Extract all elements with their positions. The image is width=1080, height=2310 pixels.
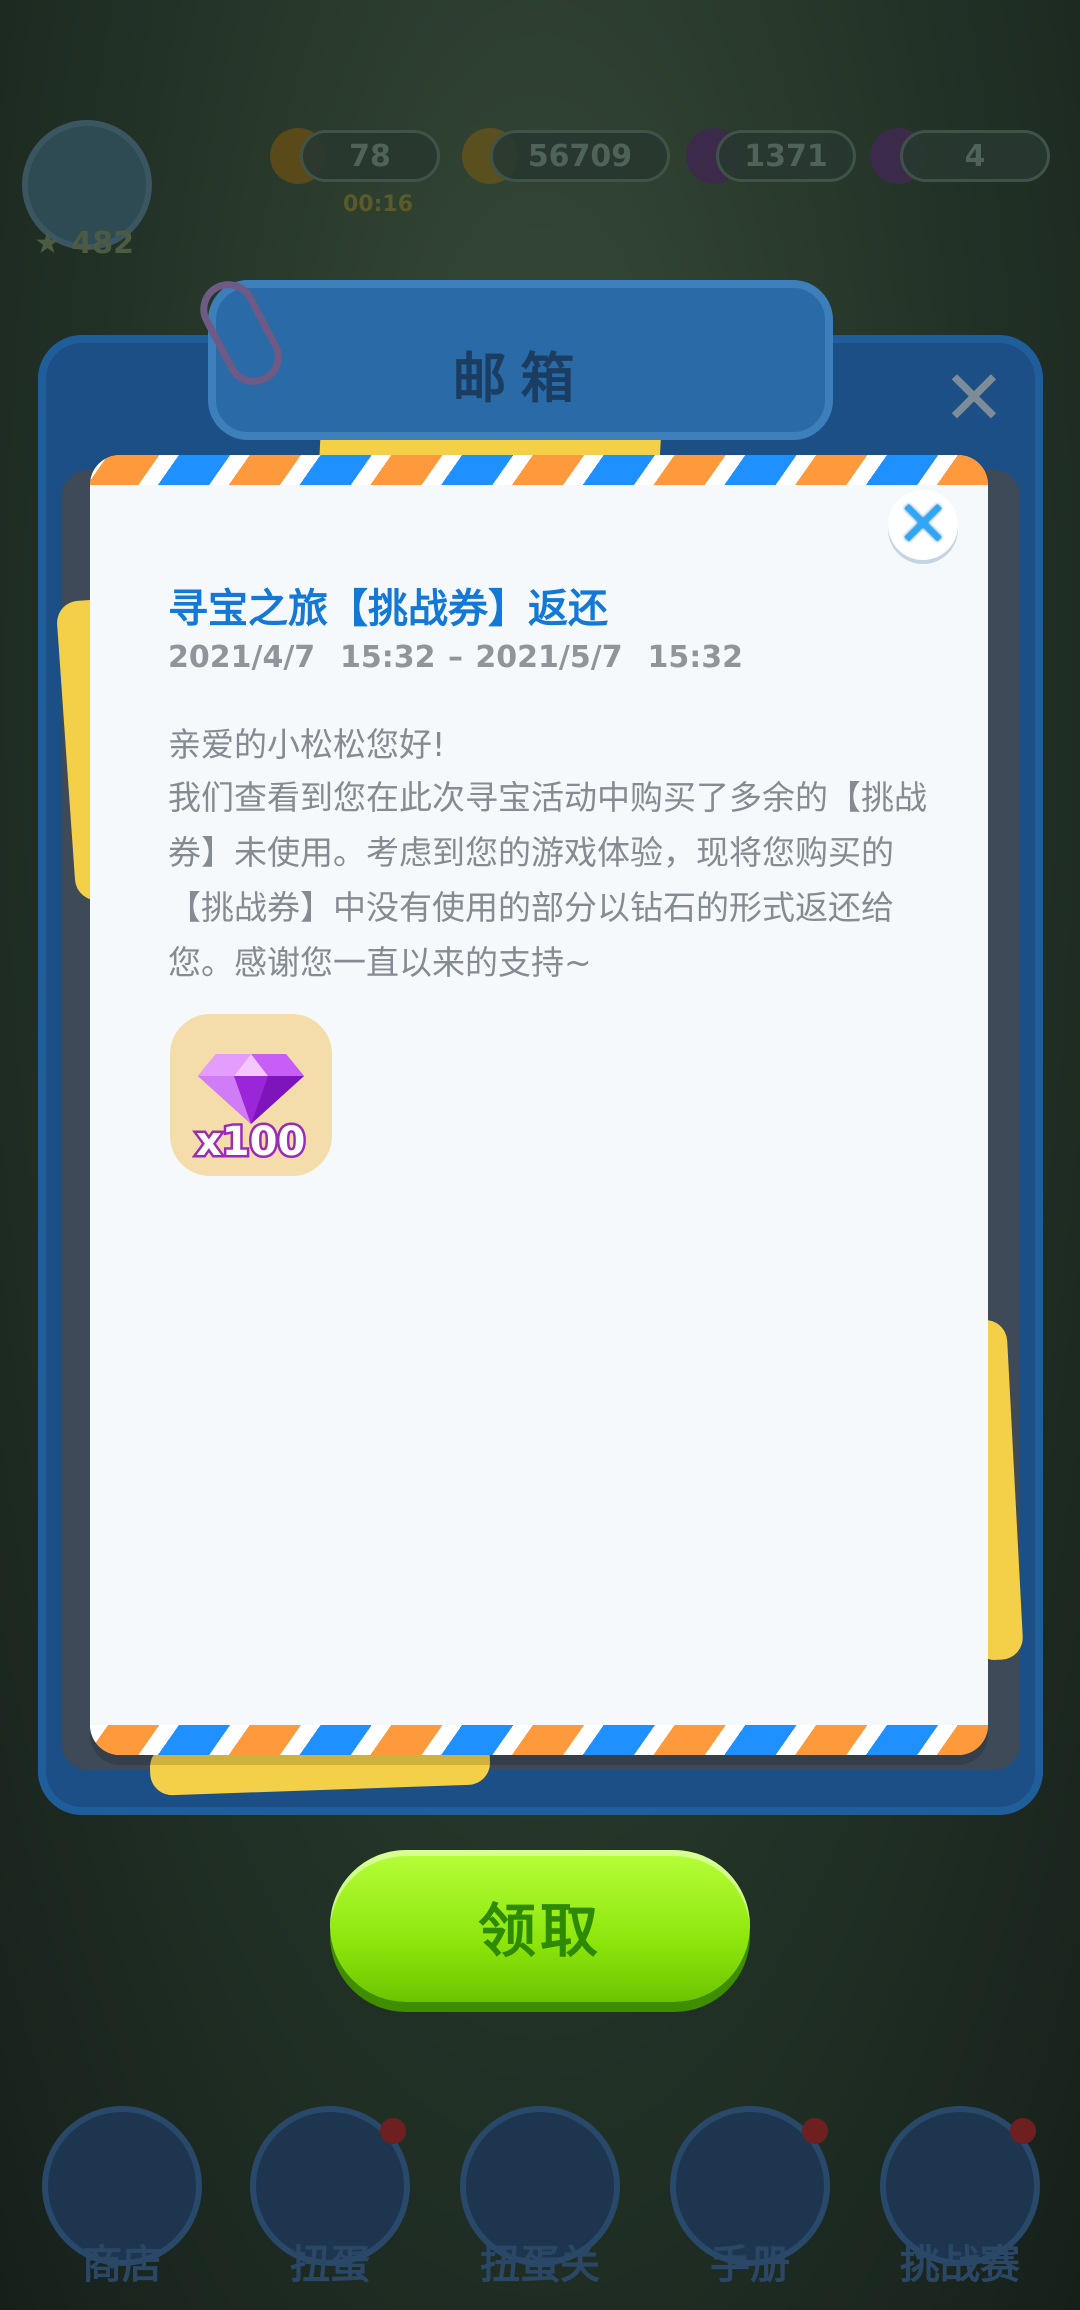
bottom-tab-gacha-stage-label: 扭蛋关 [480,2242,600,2288]
mailbox-close-button[interactable]: ✕ [938,360,1010,436]
airmail-stripe-bottom [90,1725,988,1755]
coin-value: 56709 [527,138,633,174]
energy-counter: 78 [300,130,440,182]
mail-body: 我们查看到您在此次寻宝活动中购买了多余的【挑战券】未使用。考虑到您的游戏体验，现… [168,778,927,982]
player-level: ★ 482 [34,226,134,261]
crown-counter: 4 [900,130,1050,182]
gem-counter: 1371 [716,130,856,182]
letter-close-button[interactable]: ✕ [888,490,958,560]
mail-greeting: 亲爱的小松松您好! [168,725,446,764]
bottom-tab-handbook-label: 手册 [710,2242,790,2288]
coin-counter: 56709 [490,130,670,182]
diamond-icon [198,1054,304,1124]
bottom-tab-gacha-label: 扭蛋 [290,2242,370,2288]
handbook-notification-dot [802,2118,828,2144]
player-level-value: 482 [71,226,134,261]
energy-value: 78 [349,138,391,174]
mailbox-title: 邮箱 [452,347,589,410]
gem-value: 1371 [744,138,828,174]
mail-title: 寻宝之旅【挑战券】返还 [168,586,608,632]
challenge-notification-dot [1010,2118,1036,2144]
gacha-notification-dot [380,2118,406,2144]
close-icon: ✕ [896,488,950,562]
crown-value: 4 [964,138,986,174]
claim-button-label: 领取 [477,1897,602,1965]
mail-date-range: 2021/4/7 15:32 – 2021/5/7 15:32 [168,640,743,675]
claim-button[interactable]: 领取 [330,1850,750,2002]
bottom-tab-shop-label: 商店 [82,2242,162,2288]
airmail-stripe-top [90,455,988,485]
bottom-tab-challenge-label: 挑战赛 [900,2242,1020,2288]
mailbox-title-tab: 邮箱 [208,280,833,440]
reward-count: x100 [193,1119,307,1165]
reward-item: x100 [170,1014,332,1176]
energy-timer: 00:16 [343,192,414,217]
